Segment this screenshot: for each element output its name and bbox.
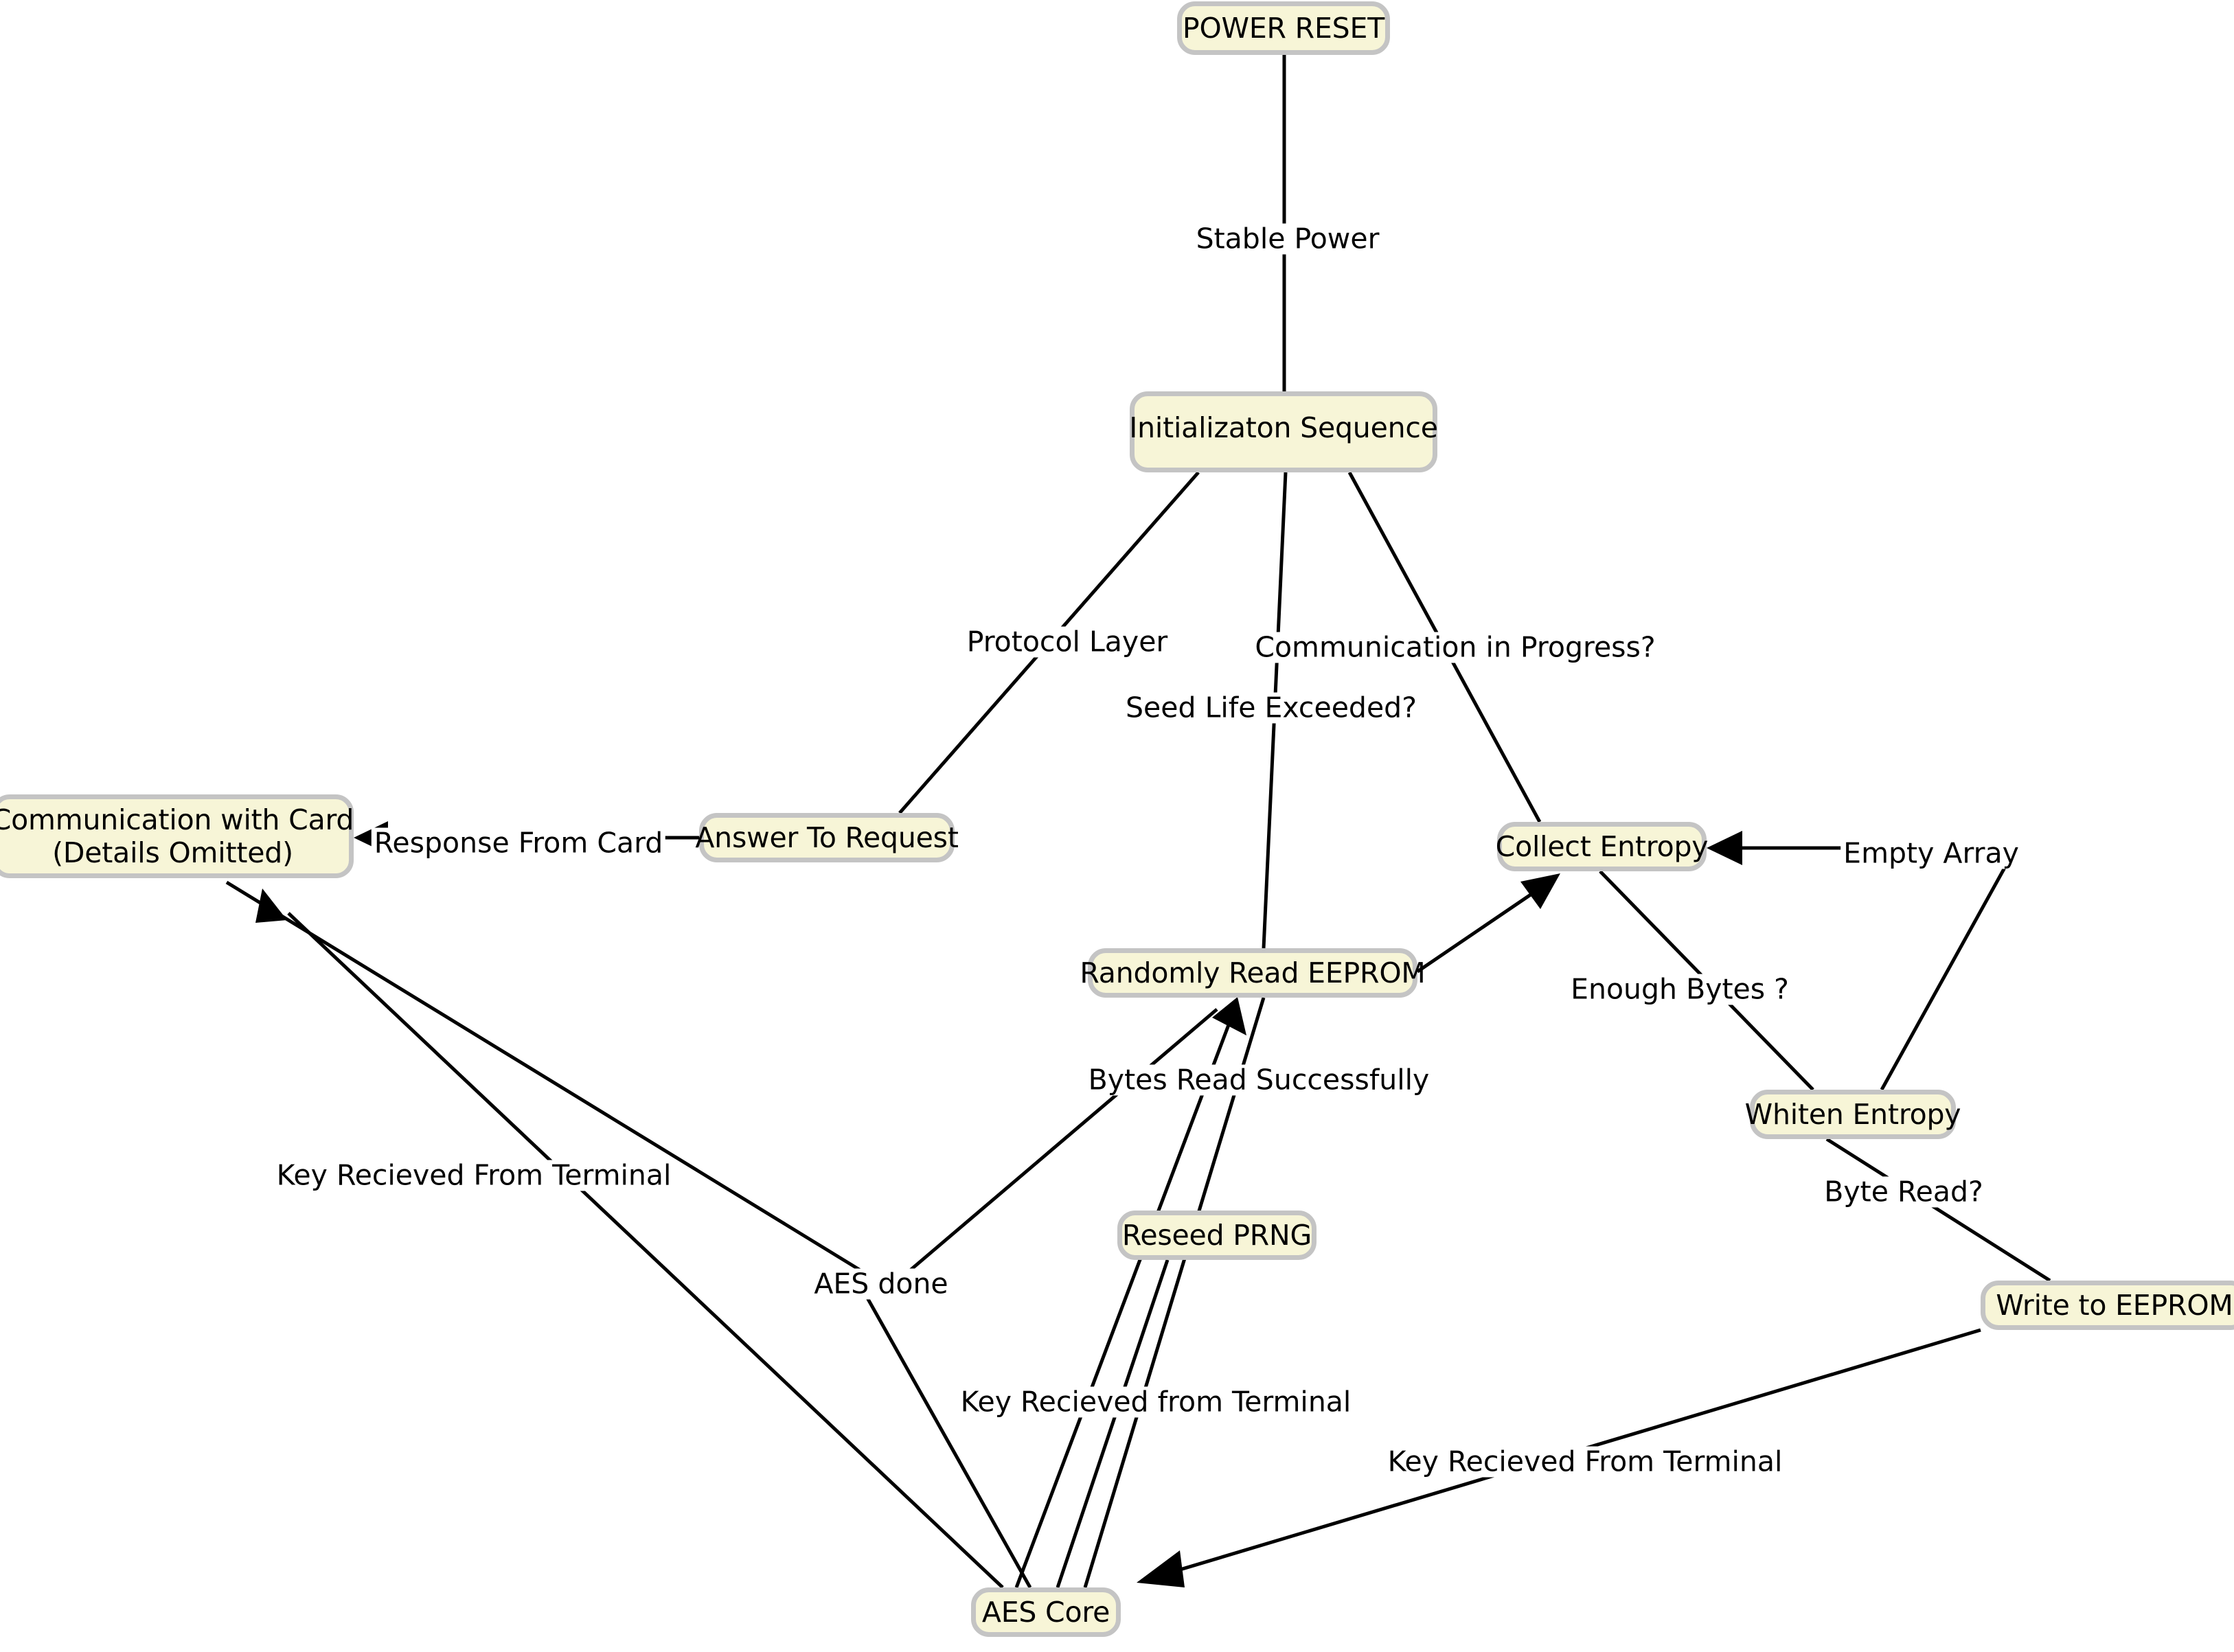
edge-label-enough-bytes: Enough Bytes ? [1568, 974, 1792, 1005]
edge-label-response-from-card: Response From Card [371, 827, 666, 859]
node-reseed-prng[interactable]: Reseed PRNG [1117, 1211, 1317, 1260]
node-write-to-eeprom-label: Write to EEPROM [1996, 1288, 2233, 1322]
node-aes-core[interactable]: AES Core [971, 1587, 1121, 1637]
edge-aes-done-upper [225, 880, 901, 1296]
node-communication-with-card[interactable]: Communication with Card (Details Omitted… [0, 794, 354, 878]
arrowhead-key-recieved-from-terminal-left [255, 888, 287, 923]
node-randomly-read-eeprom-label: Randomly Read EEPROM [1080, 956, 1426, 989]
edge-label-seed-life-exceeded: Seed Life Exceeded? [1123, 692, 1420, 724]
node-initializaton-sequence[interactable]: Initializaton Sequence [1129, 391, 1438, 472]
edge-label-communication-in-progress: Communication in Progress? [1252, 632, 1659, 663]
edge-label-stable-power: Stable Power [1193, 223, 1382, 255]
edge-key-recieved-from-terminal-reseed [1056, 1259, 1170, 1588]
arrowhead-key-recieved-from-terminal-right [1137, 1550, 1185, 1587]
node-power-reset-label: POWER RESET [1182, 11, 1385, 45]
node-whiten-entropy[interactable]: Whiten Entropy [1745, 1090, 1961, 1139]
node-initializaton-sequence-label: Initializaton Sequence [1129, 411, 1438, 444]
arrowhead-empty-array [1707, 831, 1742, 865]
edge-bytes-read-successfully [1014, 1022, 1231, 1588]
node-write-to-eeprom[interactable]: Write to EEPROM [1981, 1281, 2234, 1330]
edge-label-protocol-layer: Protocol Layer [964, 626, 1171, 658]
edge-label-key-recieved-from-terminal-reseed: Key Recieved from Terminal [957, 1386, 1354, 1418]
arrowhead-eeprom-to-collect-entropy [1520, 873, 1560, 909]
edge-label-byte-read: Byte Read? [1821, 1176, 1986, 1208]
edge-label-key-recieved-from-terminal-right: Key Recieved From Terminal [1384, 1446, 1786, 1478]
node-communication-with-card-label: Communication with Card (Details Omitted… [0, 803, 354, 869]
diagram-canvas: POWER RESET Initializaton Sequence Commu… [0, 0, 2234, 1652]
node-power-reset[interactable]: POWER RESET [1177, 1, 1390, 55]
node-randomly-read-eeprom[interactable]: Randomly Read EEPROM [1080, 948, 1426, 998]
edge-empty-array [1880, 847, 2018, 1091]
node-collect-entropy-label: Collect Entropy [1495, 829, 1709, 863]
edge-key-recieved-from-terminal-left [287, 912, 1004, 1589]
edge-label-empty-array: Empty Array [1840, 838, 2022, 869]
edge-label-key-recieved-from-terminal-left: Key Recieved From Terminal [273, 1160, 674, 1191]
edge-label-aes-done: AES done [811, 1268, 951, 1300]
node-whiten-entropy-label: Whiten Entropy [1744, 1097, 1961, 1131]
node-collect-entropy[interactable]: Collect Entropy [1495, 822, 1709, 871]
arrowhead-bytes-read-successfully [1212, 997, 1246, 1035]
edge-label-bytes-read-successfully: Bytes Read Successfully [1085, 1064, 1433, 1096]
edge-byte-read [1825, 1137, 2051, 1283]
edge-aes-done-lower [863, 1293, 1032, 1589]
edge-eeprom-to-collect-entropy [1416, 885, 1543, 974]
node-answer-to-request-label: Answer To Request [695, 821, 959, 854]
node-reseed-prng-label: Reseed PRNG [1121, 1218, 1312, 1252]
node-aes-core-label: AES Core [981, 1595, 1110, 1629]
node-answer-to-request[interactable]: Answer To Request [695, 813, 959, 862]
